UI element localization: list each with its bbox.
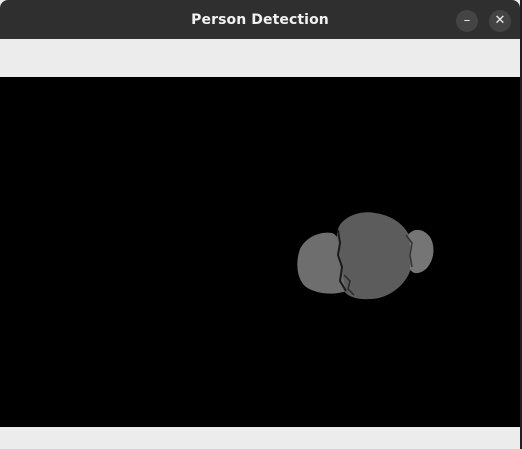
frame-background (0, 77, 520, 427)
close-button[interactable]: ✕ (489, 10, 511, 32)
detection-frame (0, 77, 520, 427)
title-bar[interactable]: Person Detection – ✕ (0, 0, 520, 39)
toolbar-area (0, 39, 520, 77)
close-icon: ✕ (494, 13, 506, 28)
minimize-icon: – (463, 13, 471, 28)
window-title: Person Detection (191, 12, 329, 28)
app-window: Person Detection – ✕ (0, 0, 520, 449)
minimize-button[interactable]: – (456, 10, 478, 32)
status-bar (0, 427, 520, 449)
image-view (0, 77, 520, 427)
